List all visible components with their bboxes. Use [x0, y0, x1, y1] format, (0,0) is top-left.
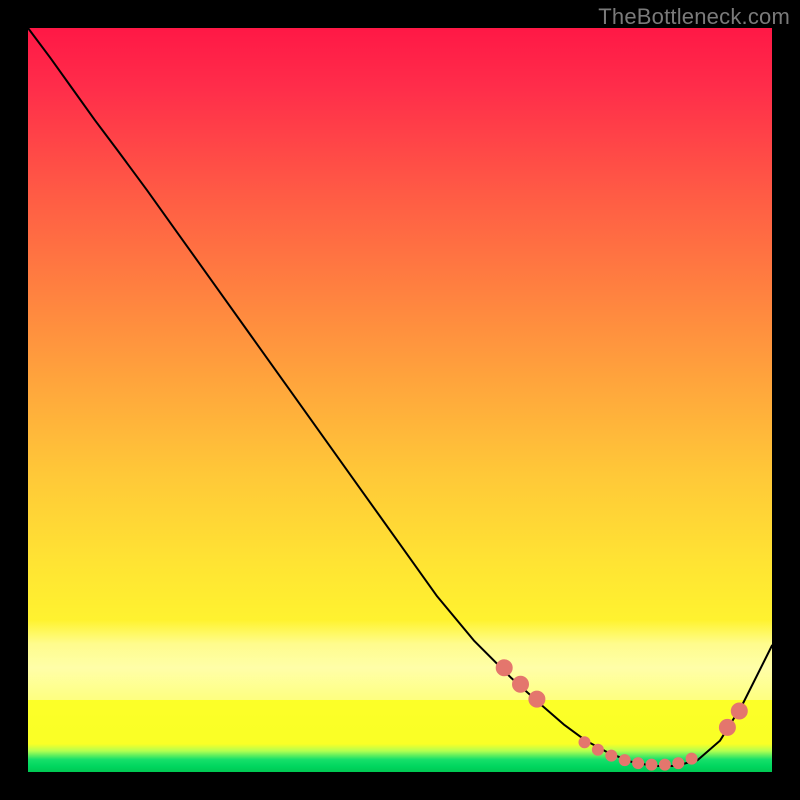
chart-frame: TheBottleneck.com [0, 0, 800, 800]
curve-marker [673, 758, 684, 769]
curve-marker [633, 758, 644, 769]
chart-svg [28, 28, 772, 772]
curve-marker [619, 755, 630, 766]
curve-marker [719, 719, 735, 735]
curve-marker [731, 703, 747, 719]
curve-marker [646, 759, 657, 770]
curve-marker [592, 744, 603, 755]
attribution-label: TheBottleneck.com [598, 4, 790, 30]
curve-marker [513, 676, 529, 692]
curve-markers [496, 660, 747, 770]
curve-marker [659, 759, 670, 770]
curve-marker [579, 737, 590, 748]
curve-marker [496, 660, 512, 676]
curve-marker [529, 691, 545, 707]
curve-marker [606, 750, 617, 761]
bottleneck-curve [28, 28, 772, 766]
curve-marker [686, 753, 697, 764]
